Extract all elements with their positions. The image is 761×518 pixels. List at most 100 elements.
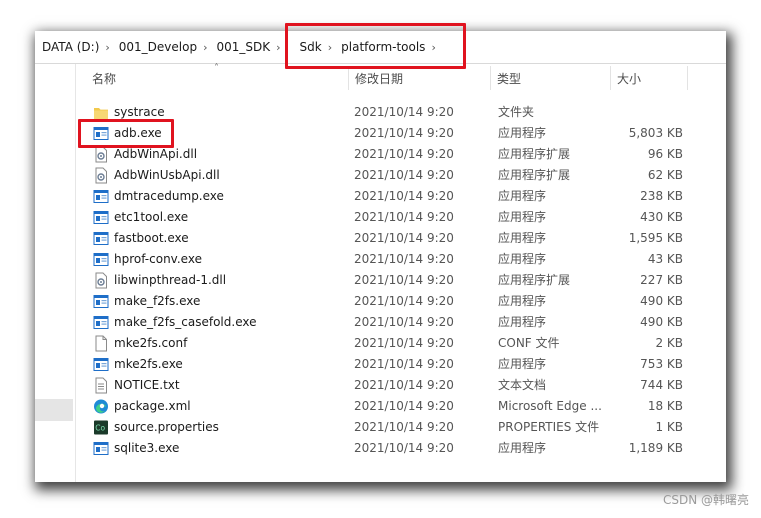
column-header-size[interactable]: 大小 bbox=[611, 64, 687, 90]
breadcrumb-item-develop[interactable]: 001_Develop › bbox=[112, 31, 210, 63]
file-name: dmtracedump.exe bbox=[114, 189, 224, 203]
chevron-right-icon[interactable]: › bbox=[197, 41, 209, 54]
exe-icon bbox=[93, 251, 109, 268]
file-size: 753 KB bbox=[640, 357, 683, 371]
svg-text:Co: Co bbox=[95, 424, 105, 433]
exe-icon bbox=[93, 440, 109, 457]
exe-icon bbox=[93, 293, 109, 310]
file-size: 62 KB bbox=[647, 168, 683, 182]
file-type: 应用程序 bbox=[498, 126, 547, 140]
file-row[interactable]: etc1tool.exe 2021/10/14 9:20 应用程序 430 KB bbox=[76, 207, 726, 228]
file-modified-date: 2021/10/14 9:20 bbox=[354, 252, 454, 266]
file-size: 18 KB bbox=[647, 399, 683, 413]
file-row[interactable]: dmtracedump.exe 2021/10/14 9:20 应用程序 238 KB bbox=[76, 186, 726, 207]
column-header-type[interactable]: 类型 bbox=[491, 64, 611, 90]
file-row[interactable]: fastboot.exe 2021/10/14 9:20 应用程序 1,595 KB bbox=[76, 228, 726, 249]
highlight-box-adb bbox=[78, 119, 174, 148]
dll-icon bbox=[93, 272, 109, 289]
file-type: 文本文档 bbox=[498, 378, 547, 392]
watermark: CSDN @韩曙亮 bbox=[662, 493, 749, 507]
file-type: 应用程序 bbox=[498, 189, 547, 203]
breadcrumb-item-drive[interactable]: DATA (D:) › bbox=[35, 31, 112, 63]
file-size: 1,189 KB bbox=[628, 441, 683, 455]
file-name: libwinpthread-1.dll bbox=[114, 273, 227, 287]
txt-icon bbox=[93, 377, 109, 394]
exe-icon bbox=[93, 188, 109, 205]
file-modified-date: 2021/10/14 9:20 bbox=[354, 294, 454, 308]
file-type: 应用程序 bbox=[498, 441, 547, 455]
file-size: 1 KB bbox=[655, 420, 683, 434]
file-row[interactable]: AdbWinUsbApi.dll 2021/10/14 9:20 应用程序扩展 62 … bbox=[76, 165, 726, 186]
file-name: package.xml bbox=[114, 399, 191, 413]
file-type: 应用程序扩展 bbox=[498, 273, 571, 287]
file-row[interactable]: libwinpthread-1.dll 2021/10/14 9:20 应用程序扩展… bbox=[76, 270, 726, 291]
file-name: fastboot.exe bbox=[114, 231, 189, 245]
chevron-right-icon[interactable]: › bbox=[270, 41, 282, 54]
file-type: PROPERTIES 文件 bbox=[498, 420, 600, 434]
file-name: make_f2fs_casefold.exe bbox=[114, 315, 257, 329]
breadcrumb-label: 001_Develop bbox=[118, 40, 198, 54]
file-modified-date: 2021/10/14 9:20 bbox=[354, 378, 454, 392]
file-name: etc1tool.exe bbox=[114, 210, 189, 224]
dll-icon bbox=[93, 146, 109, 163]
file-modified-date: 2021/10/14 9:20 bbox=[354, 231, 454, 245]
chevron-right-icon[interactable]: › bbox=[99, 41, 111, 54]
file-type: 文件夹 bbox=[498, 105, 535, 119]
file-type: CONF 文件 bbox=[498, 336, 560, 350]
file-name: make_f2fs.exe bbox=[114, 294, 201, 308]
file-modified-date: 2021/10/14 9:20 bbox=[354, 147, 454, 161]
file-size: 43 KB bbox=[647, 252, 683, 266]
file-modified-date: 2021/10/14 9:20 bbox=[354, 105, 454, 119]
file-row[interactable]: make_f2fs_casefold.exe 2021/10/14 9:20 应用程… bbox=[76, 312, 726, 333]
file-modified-date: 2021/10/14 9:20 bbox=[354, 189, 454, 203]
file-explorer-window: DATA (D:) › 001_Develop › 001_SDK › Sdk … bbox=[35, 31, 726, 482]
file-modified-date: 2021/10/14 9:20 bbox=[354, 210, 454, 224]
file-name: mke2fs.conf bbox=[114, 336, 188, 350]
file-type: 应用程序 bbox=[498, 294, 547, 308]
exe-icon bbox=[93, 230, 109, 247]
breadcrumb-label: 001_SDK bbox=[216, 40, 271, 54]
file-row[interactable]: NOTICE.txt 2021/10/14 9:20 文本文档 744 KB bbox=[76, 375, 726, 396]
file-modified-date: 2021/10/14 9:20 bbox=[354, 168, 454, 182]
file-size: 1,595 KB bbox=[628, 231, 683, 245]
file-size: 5,803 KB bbox=[628, 126, 683, 140]
file-name: AdbWinUsbApi.dll bbox=[114, 168, 220, 182]
breadcrumb-item-sdk-root[interactable]: 001_SDK › bbox=[210, 31, 283, 63]
file-name: NOTICE.txt bbox=[114, 378, 180, 392]
file-type: 应用程序 bbox=[498, 315, 547, 329]
file-row[interactable]: package.xml 2021/10/14 9:20 Microsoft Edge… bbox=[76, 396, 726, 417]
file-row[interactable]: sqlite3.exe 2021/10/14 9:20 应用程序 1,189 KB bbox=[76, 438, 726, 459]
file-modified-date: 2021/10/14 9:20 bbox=[354, 441, 454, 455]
file-row[interactable]: hprof-conv.exe 2021/10/14 9:20 应用程序 43 KB bbox=[76, 249, 726, 270]
file-type: Microsoft Edge ... bbox=[498, 399, 602, 413]
file-modified-date: 2021/10/14 9:20 bbox=[354, 336, 454, 350]
file-modified-date: 2021/10/14 9:20 bbox=[354, 273, 454, 287]
file-type: 应用程序 bbox=[498, 357, 547, 371]
file-size: 227 KB bbox=[640, 273, 683, 287]
file-modified-date: 2021/10/14 9:20 bbox=[354, 126, 454, 140]
file-type: 应用程序 bbox=[498, 252, 547, 266]
highlight-box-path bbox=[285, 23, 466, 69]
exe-icon bbox=[93, 314, 109, 331]
file-name: source.properties bbox=[114, 420, 219, 434]
file-type: 应用程序扩展 bbox=[498, 147, 571, 161]
file-size: 96 KB bbox=[647, 147, 683, 161]
breadcrumb-label: DATA (D:) bbox=[42, 40, 100, 54]
edge-icon bbox=[93, 398, 109, 415]
navigation-selected-item[interactable] bbox=[35, 399, 73, 421]
file-row[interactable]: Co source.properties 2021/10/14 9:20 PROPER… bbox=[76, 417, 726, 438]
exe-icon bbox=[93, 356, 109, 373]
properties-icon: Co bbox=[93, 419, 109, 436]
column-divider[interactable] bbox=[687, 66, 688, 90]
file-icon bbox=[93, 335, 109, 352]
navigation-pane[interactable] bbox=[35, 64, 76, 482]
file-row[interactable]: mke2fs.exe 2021/10/14 9:20 应用程序 753 KB bbox=[76, 354, 726, 375]
file-name: mke2fs.exe bbox=[114, 357, 183, 371]
file-type: 应用程序 bbox=[498, 210, 547, 224]
file-modified-date: 2021/10/14 9:20 bbox=[354, 399, 454, 413]
exe-icon bbox=[93, 209, 109, 226]
file-type: 应用程序 bbox=[498, 231, 547, 245]
file-row[interactable]: mke2fs.conf 2021/10/14 9:20 CONF 文件 2 KB bbox=[76, 333, 726, 354]
file-modified-date: 2021/10/14 9:20 bbox=[354, 357, 454, 371]
file-row[interactable]: make_f2fs.exe 2021/10/14 9:20 应用程序 490 KB bbox=[76, 291, 726, 312]
